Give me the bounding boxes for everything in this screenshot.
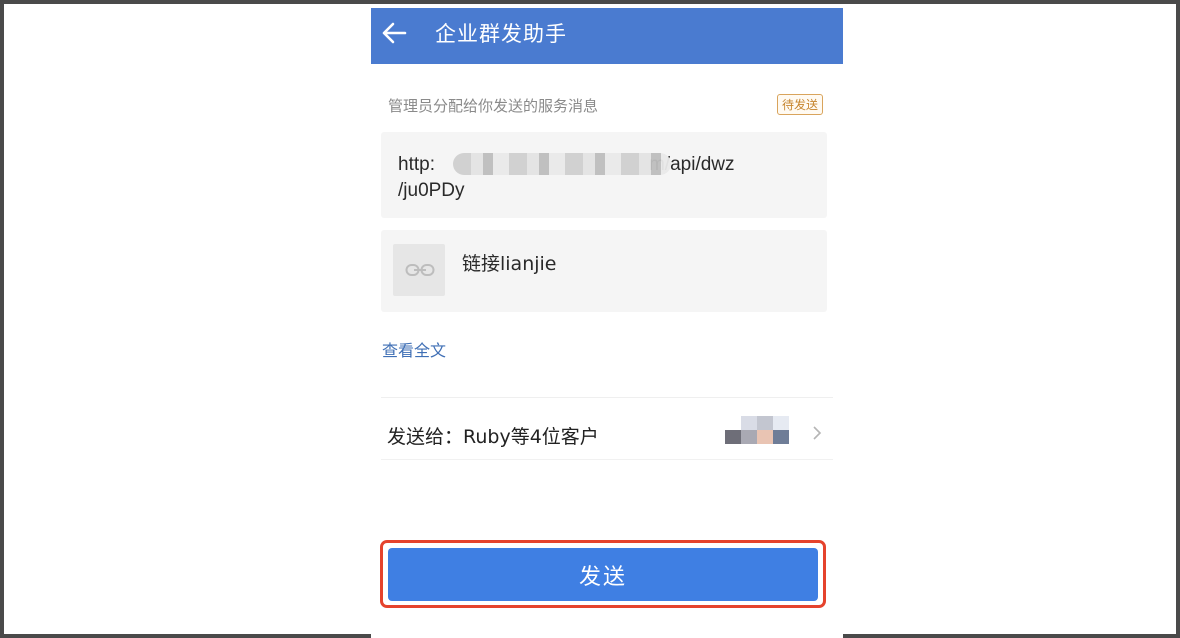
status-badge: 待发送 <box>776 94 823 115</box>
avatar <box>725 430 741 444</box>
avatar <box>741 430 757 444</box>
app-header: 企业群发助手 <box>371 8 843 64</box>
divider <box>381 459 833 460</box>
message-subtitle: 管理员分配给你发送的服务消息 <box>388 97 599 115</box>
link-title: 链接lianjie <box>462 253 557 275</box>
arrow-left-icon[interactable] <box>381 20 407 46</box>
avatar <box>773 430 789 444</box>
avatar <box>741 416 757 430</box>
screenshot-frame: 企业群发助手 管理员分配给你发送的服务消息 待发送 http: m/api/dwz… <box>0 0 1180 638</box>
url-line-2: /ju0PDy <box>398 180 465 201</box>
redacted-blur <box>453 153 671 175</box>
view-full-text-link[interactable]: 查看全文 <box>382 337 446 361</box>
page-title: 企业群发助手 <box>435 22 567 46</box>
link-icon <box>405 264 435 276</box>
highlight-outline: 发送 <box>380 540 826 608</box>
chevron-right-icon[interactable] <box>811 424 823 442</box>
divider <box>381 397 833 398</box>
message-text-card: http: m/api/dwz /ju0PDy <box>381 132 827 218</box>
avatar <box>773 416 789 430</box>
link-thumbnail <box>393 244 445 296</box>
recipient-avatars[interactable] <box>725 416 805 444</box>
phone-screen: 企业群发助手 管理员分配给你发送的服务消息 待发送 http: m/api/dwz… <box>371 8 843 638</box>
link-card[interactable]: 链接lianjie <box>381 230 827 312</box>
send-button[interactable]: 发送 <box>388 548 818 601</box>
url-prefix: http: <box>398 154 435 175</box>
avatar <box>757 416 773 430</box>
recipients-label: 发送给：Ruby等4位客户 <box>387 426 599 448</box>
avatar <box>757 430 773 444</box>
